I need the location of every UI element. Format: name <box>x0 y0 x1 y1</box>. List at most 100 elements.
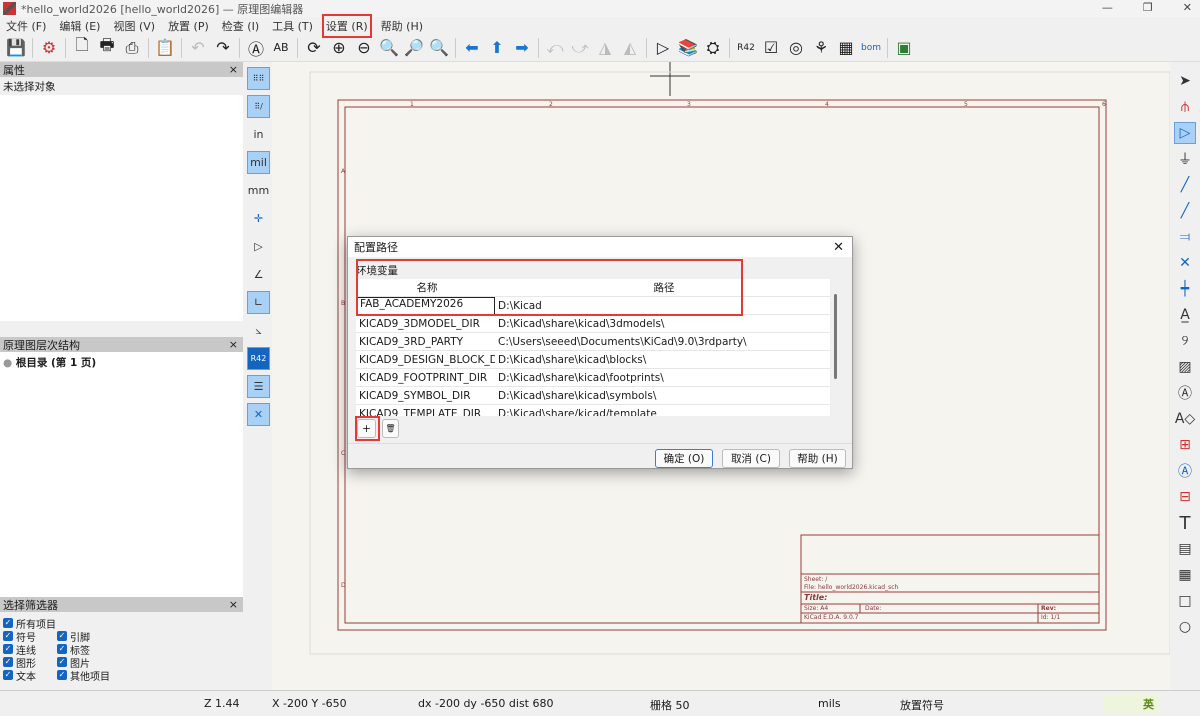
ok-button[interactable]: 确定 (O) <box>655 449 713 468</box>
zoom-selection-icon[interactable]: 🔍 <box>428 37 450 59</box>
menu-inspect[interactable]: 检查 (I) <box>222 18 259 34</box>
minimize-button[interactable]: — <box>1102 1 1113 14</box>
env-name-cell[interactable]: KICAD9_FOOTPRINT_DIR <box>356 372 495 384</box>
menu-preferences[interactable]: 设置 (R) <box>321 13 372 38</box>
navigate-back-icon[interactable]: ⬅ <box>461 37 483 59</box>
env-path-cell[interactable]: C:\Users\seeed\Documents\KiCad\9.0\3rdpa… <box>495 336 830 348</box>
import-sheet-pin-icon[interactable]: ⊟ <box>1174 486 1196 508</box>
env-path-cell[interactable]: D:\Kicad\share\kicad\3dmodels\ <box>495 318 830 330</box>
table-row[interactable]: KICAD9_DESIGN_BLOCK_DIR D:\Kicad\share\ki… <box>356 351 830 369</box>
page-settings-icon[interactable]: 🗋 <box>71 35 93 59</box>
zoom-fit-icon[interactable]: 🔍 <box>378 37 400 59</box>
refresh-icon[interactable]: ⟳ <box>303 37 325 59</box>
paste-icon[interactable]: 📋 <box>154 37 176 59</box>
table-row[interactable]: KICAD9_TEMPLATE_DIR D:\Kicad\share/kicad/… <box>356 405 830 416</box>
hier-label-icon[interactable]: A◇ <box>1174 408 1196 430</box>
find-replace-icon[interactable]: AB <box>270 37 292 59</box>
env-name-cell[interactable]: KICAD9_TEMPLATE_DIR <box>356 408 495 417</box>
add-symbol-icon[interactable]: ▷ <box>1174 122 1196 144</box>
menu-view[interactable]: 视图 (V) <box>113 18 155 34</box>
cancel-button[interactable]: 取消 (C) <box>722 449 780 468</box>
close-filter-button[interactable]: × <box>229 598 238 611</box>
close-hierarchy-button[interactable]: × <box>229 338 238 351</box>
symbol-browser-icon[interactable]: 📚 <box>677 37 699 59</box>
help-button[interactable]: 帮助 (H) <box>789 449 846 468</box>
filter-other-checkbox[interactable]: ✓ 其他项目 <box>57 669 137 683</box>
net-class-icon[interactable]: ୨ <box>1174 330 1196 352</box>
mirror-v-icon[interactable]: ◮ <box>594 37 616 59</box>
menu-place[interactable]: 放置 (P) <box>168 18 209 34</box>
env-path-cell[interactable]: D:\Kicad\share\kicad\blocks\ <box>495 354 830 366</box>
add-wire-icon[interactable]: ╱ <box>1174 174 1196 196</box>
filter-text-checkbox[interactable]: ✓ 文本 <box>3 669 57 683</box>
units-mil-button[interactable]: mil <box>247 151 270 174</box>
hierarchy-navigator-icon[interactable]: ☰ <box>247 375 270 398</box>
rectangle-icon[interactable]: □ <box>1174 590 1196 612</box>
dialog-close-button[interactable]: ✕ <box>833 240 844 255</box>
units-inch-button[interactable]: in <box>247 123 270 146</box>
bom-icon[interactable]: bom <box>860 37 882 59</box>
close-window-button[interactable]: ✕ <box>1183 1 1192 14</box>
zoom-in-icon[interactable]: ⊕ <box>328 37 350 59</box>
table-row[interactable]: KICAD9_3DMODEL_DIR D:\Kicad\share\kicad\3… <box>356 315 830 333</box>
rotate-ccw-icon[interactable]: ⤺ <box>544 37 566 59</box>
env-name-cell[interactable]: KICAD9_3DMODEL_DIR <box>356 318 495 330</box>
env-path-cell[interactable]: D:\Kicad\share\kicad\symbols\ <box>495 390 830 402</box>
add-bus-icon[interactable]: ╱ <box>1174 200 1196 222</box>
menu-help[interactable]: 帮助 (H) <box>381 18 423 34</box>
env-name-cell[interactable]: KICAD9_SYMBOL_DIR <box>356 390 495 402</box>
mirror-h-icon[interactable]: ◭ <box>619 37 641 59</box>
circle-icon[interactable]: ○ <box>1174 616 1196 638</box>
hier-sheet-icon[interactable]: ⊞ <box>1174 434 1196 456</box>
ime-indicator[interactable]: 英 <box>1104 694 1160 714</box>
erc-icon[interactable]: ☑ <box>760 37 782 59</box>
junction-icon[interactable]: ┿ <box>1174 278 1196 300</box>
env-name-cell[interactable]: KICAD9_3RD_PARTY <box>356 336 495 348</box>
maximize-button[interactable]: ❐ <box>1143 1 1153 14</box>
annotate-auto-icon[interactable]: R42 <box>247 347 270 370</box>
highlight-net-icon[interactable]: ⫛ <box>1174 96 1196 118</box>
units-mm-button[interactable]: mm <box>247 179 270 202</box>
rotate-cw-icon[interactable]: ⤻ <box>569 37 591 59</box>
find-icon[interactable]: Ⓐ <box>245 37 267 59</box>
bus-entry-icon[interactable]: ⫤ <box>1174 226 1196 248</box>
table-icon[interactable]: ▦ <box>1174 564 1196 586</box>
line-mode-45-icon[interactable]: ⦣ <box>247 319 270 342</box>
annotate-icon[interactable]: R42 <box>735 37 757 59</box>
grid-scrollbar[interactable] <box>834 294 837 379</box>
env-path-cell[interactable]: D:\Kicad\share\kicad\footprints\ <box>495 372 830 384</box>
line-mode-free-icon[interactable]: ∠ <box>247 263 270 286</box>
table-row[interactable]: KICAD9_3RD_PARTY C:\Users\seeed\Documents… <box>356 333 830 351</box>
grid-toggle-icon[interactable]: ⠿⠿ <box>247 67 270 90</box>
properties-toggle-icon[interactable]: ✕ <box>247 403 270 426</box>
plot-icon[interactable]: ⎙ <box>121 37 143 59</box>
sheet-pin-icon[interactable]: Ⓐ <box>1174 460 1196 482</box>
add-text-icon[interactable]: T <box>1174 512 1196 534</box>
rule-area-icon[interactable]: ▨ <box>1174 356 1196 378</box>
redo-icon[interactable]: ↷ <box>212 37 234 59</box>
schematic-setup-icon[interactable]: ⚙ <box>38 37 60 59</box>
menu-edit[interactable]: 编辑 (E) <box>59 18 100 34</box>
close-properties-button[interactable]: × <box>229 63 238 76</box>
symbol-fields-table-icon[interactable]: ▦ <box>835 37 857 59</box>
save-icon[interactable]: 💾 <box>5 37 27 59</box>
no-connect-icon[interactable]: ✕ <box>1174 252 1196 274</box>
env-path-cell[interactable]: D:\Kicad\share/kicad/template <box>495 408 830 417</box>
global-label-icon[interactable]: Ⓐ <box>1174 382 1196 404</box>
undo-icon[interactable]: ↶ <box>187 37 209 59</box>
menu-file[interactable]: 文件 (F) <box>6 18 46 34</box>
zoom-out-icon[interactable]: ⊖ <box>353 37 375 59</box>
line-mode-90-icon[interactable]: ∟ <box>247 291 270 314</box>
env-name-cell[interactable]: KICAD9_DESIGN_BLOCK_DIR <box>356 354 495 366</box>
menu-tools[interactable]: 工具 (T) <box>272 18 313 34</box>
table-row[interactable]: KICAD9_SYMBOL_DIR D:\Kicad\share\kicad\sy… <box>356 387 830 405</box>
hierarchy-root[interactable]: ● 根目录 (第 1 页) <box>3 355 240 370</box>
filter-labels-checkbox[interactable]: ✓ 标签 <box>57 643 137 657</box>
delete-env-var-button[interactable]: 🗑 <box>382 419 399 438</box>
navigate-forward-icon[interactable]: ➡ <box>511 37 533 59</box>
print-icon[interactable]: 🖶 <box>96 35 118 59</box>
add-power-icon[interactable]: ⏚ <box>1174 148 1196 170</box>
table-row[interactable]: KICAD9_FOOTPRINT_DIR D:\Kicad\share\kicad… <box>356 369 830 387</box>
overlay-grid-icon[interactable]: ⠿/ <box>247 95 270 118</box>
assign-footprints-icon[interactable]: ⚘ <box>810 37 832 59</box>
